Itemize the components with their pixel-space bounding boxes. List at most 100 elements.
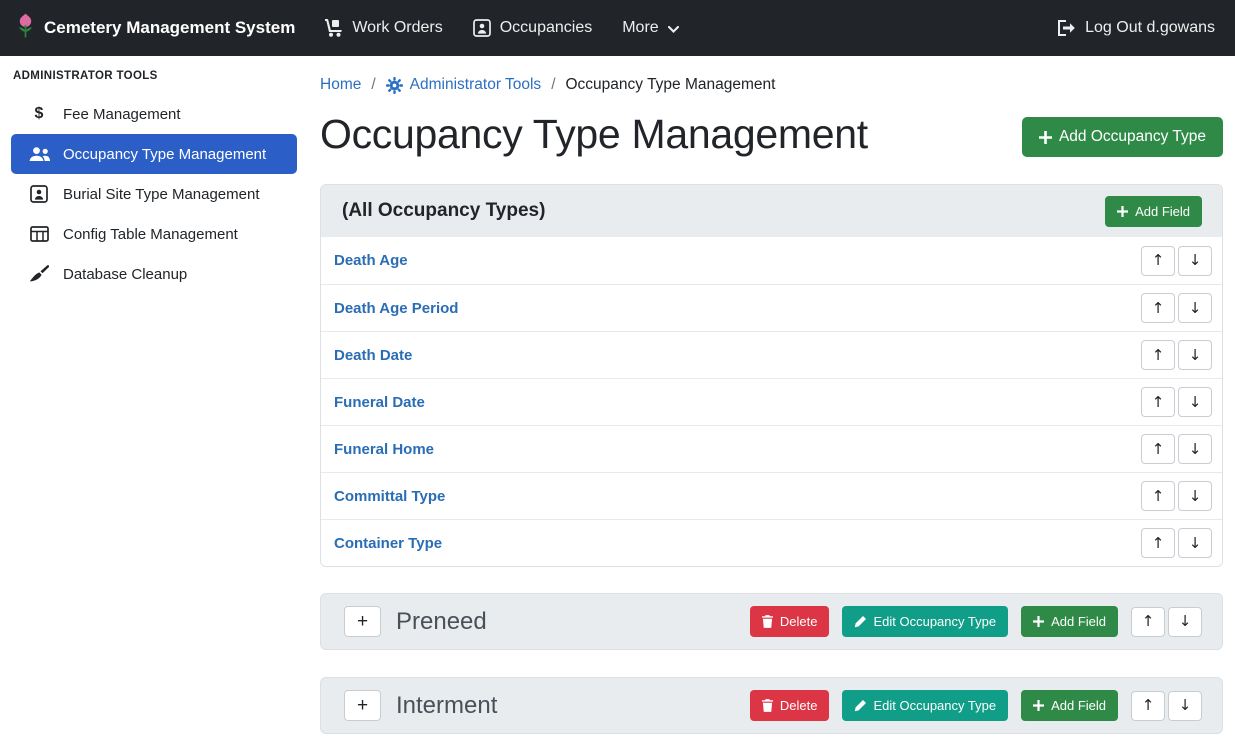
move-up-button[interactable]: ↑ [1141, 340, 1175, 370]
sidebar-item-database-cleanup[interactable]: Database Cleanup [11, 254, 297, 294]
reorder-controls: ↑ ↓ [1131, 607, 1202, 637]
field-rows: Death Age ↑ ↓ Death Age Period ↑ ↓ Death… [321, 237, 1222, 566]
add-field-button[interactable]: Add Field [1105, 196, 1202, 227]
add-occupancy-type-label: Add Occupancy Type [1059, 128, 1206, 146]
move-down-button[interactable]: ↓ [1178, 246, 1212, 276]
field-link[interactable]: Death Age Period [334, 300, 458, 317]
arrow-down-icon: ↓ [1189, 395, 1202, 410]
delete-button-label: Delete [780, 614, 818, 629]
add-field-button[interactable]: Add Field [1021, 606, 1118, 637]
move-down-button[interactable]: ↓ [1168, 607, 1202, 637]
move-up-button[interactable]: ↑ [1141, 387, 1175, 417]
field-link[interactable]: Death Date [334, 347, 412, 364]
field-row: Committal Type ↑ ↓ [321, 472, 1222, 519]
arrow-up-icon: ↑ [1152, 301, 1165, 316]
move-down-button[interactable]: ↓ [1178, 293, 1212, 323]
move-down-button[interactable]: ↓ [1178, 340, 1212, 370]
breadcrumb-admin-tools[interactable]: Administrator Tools [386, 76, 542, 94]
delete-button[interactable]: Delete [750, 690, 830, 721]
pencil-icon [854, 700, 866, 712]
move-up-button[interactable]: ↑ [1141, 246, 1175, 276]
reorder-controls: ↑ ↓ [1141, 293, 1212, 323]
field-link[interactable]: Death Age [334, 252, 408, 269]
field-link[interactable]: Committal Type [334, 488, 445, 505]
arrow-up-icon: ↑ [1152, 442, 1165, 457]
delete-button[interactable]: Delete [750, 606, 830, 637]
edit-button-label: Edit Occupancy Type [873, 698, 996, 713]
move-down-button[interactable]: ↓ [1168, 691, 1202, 721]
nav-more-label: More [622, 19, 658, 37]
edit-occupancy-type-button[interactable]: Edit Occupancy Type [842, 606, 1008, 637]
move-up-button[interactable]: ↑ [1141, 481, 1175, 511]
expand-button[interactable]: + [344, 690, 381, 721]
field-link[interactable]: Funeral Date [334, 394, 425, 411]
type-cards: + Preneed Delete Edit Occupancy Type Add… [320, 593, 1223, 734]
arrow-down-icon: ↓ [1189, 536, 1202, 551]
logout-label: Log Out d.gowans [1085, 19, 1215, 37]
breadcrumb-home[interactable]: Home [320, 76, 361, 94]
arrow-up-icon: ↑ [1142, 614, 1155, 629]
breadcrumb-current: Occupancy Type Management [566, 76, 776, 94]
all-occupancy-types-title: (All Occupancy Types) [342, 200, 545, 222]
top-navbar: Cemetery Management System Work Orders [0, 0, 1235, 56]
sidebar-item-config-table-management[interactable]: Config Table Management [11, 214, 297, 254]
move-up-button[interactable]: ↑ [1141, 434, 1175, 464]
nav-occupancies[interactable]: Occupancies [458, 0, 608, 56]
dolly-icon [324, 19, 343, 37]
move-up-button[interactable]: ↑ [1131, 691, 1165, 721]
sidebar-item-label: Config Table Management [63, 226, 238, 243]
dollar-icon: $ [28, 105, 50, 123]
edit-occupancy-type-button[interactable]: Edit Occupancy Type [842, 690, 1008, 721]
breadcrumb-admin-tools-label: Administrator Tools [410, 76, 542, 94]
move-up-button[interactable]: ↑ [1131, 607, 1165, 637]
field-row: Death Age ↑ ↓ [321, 237, 1222, 284]
sidebar-item-occupancy-type-management[interactable]: Occupancy Type Management [11, 134, 297, 174]
pencil-icon [854, 616, 866, 628]
users-icon [28, 146, 50, 162]
field-link[interactable]: Funeral Home [334, 441, 434, 458]
plus-icon [1033, 616, 1044, 627]
move-down-button[interactable]: ↓ [1178, 481, 1212, 511]
app-brand[interactable]: Cemetery Management System [16, 12, 295, 44]
nav-occupancies-label: Occupancies [500, 19, 593, 37]
expand-button[interactable]: + [344, 606, 381, 637]
gear-icon [386, 77, 403, 94]
occupancy-type-card: + Preneed Delete Edit Occupancy Type Add… [320, 593, 1223, 650]
add-occupancy-type-button[interactable]: Add Occupancy Type [1022, 117, 1223, 157]
arrow-up-icon: ↑ [1152, 348, 1165, 363]
reorder-controls: ↑ ↓ [1141, 481, 1212, 511]
arrow-down-icon: ↓ [1189, 442, 1202, 457]
reorder-controls: ↑ ↓ [1141, 528, 1212, 558]
arrow-up-icon: ↑ [1152, 536, 1165, 551]
move-down-button[interactable]: ↓ [1178, 387, 1212, 417]
move-up-button[interactable]: ↑ [1141, 293, 1175, 323]
arrow-down-icon: ↓ [1179, 698, 1192, 713]
reorder-controls: ↑ ↓ [1141, 387, 1212, 417]
delete-button-label: Delete [780, 698, 818, 713]
reorder-controls: ↑ ↓ [1141, 434, 1212, 464]
reorder-controls: ↑ ↓ [1131, 691, 1202, 721]
occupancy-type-actions: Delete Edit Occupancy Type Add Field ↑ ↓ [750, 606, 1202, 637]
sidebar-item-fee-management[interactable]: $ Fee Management [11, 94, 297, 134]
flower-logo-icon [16, 12, 35, 44]
trash-icon [762, 699, 773, 712]
sidebar-item-burial-site-type-management[interactable]: Burial Site Type Management [11, 174, 297, 214]
move-up-button[interactable]: ↑ [1141, 528, 1175, 558]
sidebar-item-label: Database Cleanup [63, 266, 187, 283]
move-down-button[interactable]: ↓ [1178, 434, 1212, 464]
nav-more[interactable]: More [607, 0, 693, 56]
nav-work-orders[interactable]: Work Orders [309, 0, 457, 56]
add-field-button[interactable]: Add Field [1021, 690, 1118, 721]
field-link[interactable]: Container Type [334, 535, 442, 552]
breadcrumb-separator: / [371, 76, 375, 94]
arrow-up-icon: ↑ [1142, 698, 1155, 713]
arrow-up-icon: ↑ [1152, 253, 1165, 268]
sidebar-header: ADMINISTRATOR TOOLS [11, 68, 297, 94]
sidebar: ADMINISTRATOR TOOLS $ Fee Management Occ… [0, 56, 308, 738]
person-frame-icon [473, 19, 491, 37]
occupancy-type-actions: Delete Edit Occupancy Type Add Field ↑ ↓ [750, 690, 1202, 721]
logout-link[interactable]: Log Out d.gowans [1043, 0, 1219, 56]
chevron-down-icon [668, 26, 679, 33]
field-row: Funeral Date ↑ ↓ [321, 378, 1222, 425]
move-down-button[interactable]: ↓ [1178, 528, 1212, 558]
